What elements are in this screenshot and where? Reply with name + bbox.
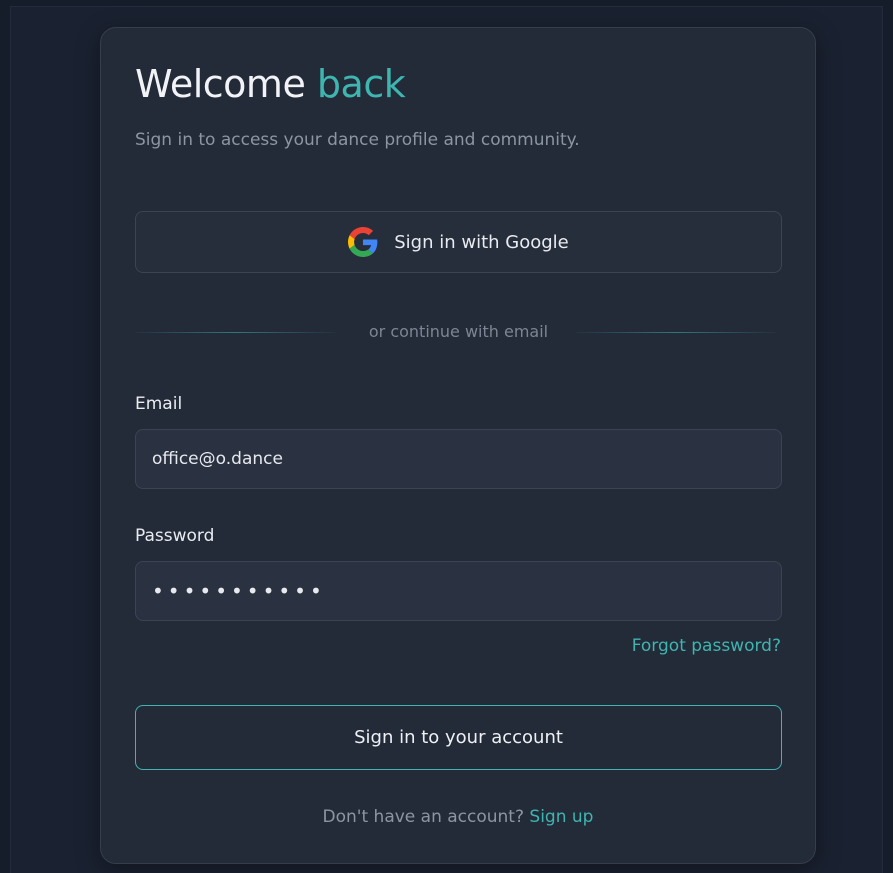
google-sign-in-button[interactable]: Sign in with Google bbox=[135, 211, 782, 273]
login-card: Welcome back Sign in to access your danc… bbox=[100, 27, 816, 864]
page-subtitle: Sign in to access your dance profile and… bbox=[135, 130, 580, 150]
sign-in-submit-button[interactable]: Sign in to your account bbox=[135, 705, 782, 770]
page-background: Welcome back Sign in to access your danc… bbox=[0, 0, 893, 873]
title-main: Welcome bbox=[135, 62, 306, 106]
title-accent: back bbox=[316, 62, 406, 106]
password-label: Password bbox=[135, 526, 215, 546]
signup-link[interactable]: Sign up bbox=[529, 807, 593, 827]
signup-prompt-text: Don't have an account? bbox=[322, 807, 524, 827]
divider-line-right bbox=[576, 332, 776, 333]
forgot-password-link[interactable]: Forgot password? bbox=[632, 636, 781, 656]
password-input[interactable] bbox=[135, 561, 782, 621]
google-g-icon bbox=[348, 227, 378, 257]
google-button-label: Sign in with Google bbox=[394, 231, 569, 253]
signup-prompt: Don't have an account? Sign up bbox=[101, 807, 815, 827]
email-label: Email bbox=[135, 394, 183, 414]
email-input[interactable] bbox=[135, 429, 782, 489]
email-divider: or continue with email bbox=[135, 320, 782, 344]
page-title: Welcome back bbox=[135, 62, 406, 106]
